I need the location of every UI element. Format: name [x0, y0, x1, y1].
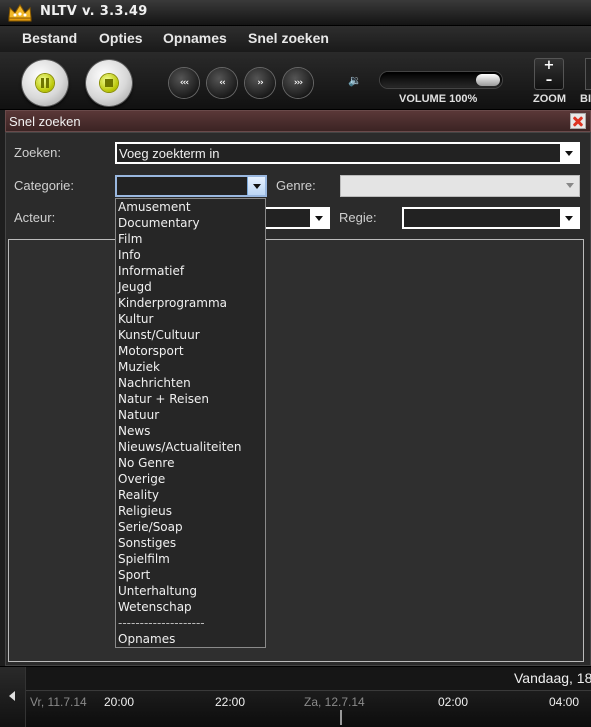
- panel-title: Snel zoeken: [9, 114, 81, 129]
- timeline-time-label: 02:00: [438, 695, 469, 709]
- volume-label: VOLUME 100%: [399, 93, 478, 105]
- menu-opties[interactable]: Opties: [99, 30, 143, 46]
- category-option[interactable]: News: [118, 424, 150, 438]
- chevron-down-icon: [561, 176, 579, 194]
- genre-label: Genre:: [276, 178, 316, 193]
- timeline-time-label: 04:00: [549, 695, 580, 709]
- category-option[interactable]: Nachrichten: [118, 376, 191, 390]
- category-option[interactable]: Overige: [118, 472, 165, 486]
- zoom-in-button[interactable]: +: [535, 58, 563, 73]
- chevron-down-icon[interactable]: [247, 177, 265, 195]
- chevron-down-icon[interactable]: [310, 209, 328, 227]
- category-option[interactable]: Muziek: [118, 360, 160, 374]
- search-input[interactable]: Voeg zoekterm in: [115, 142, 580, 164]
- app-title: NLTV v. 3.3.49: [40, 4, 148, 19]
- timeline-back-arrow-icon[interactable]: [0, 667, 26, 727]
- search-results-area[interactable]: [8, 239, 584, 662]
- timeline-day-label: Za, 12.7.14: [304, 695, 365, 709]
- timeline-scale[interactable]: Vr, 11.7.14 20:00 22:00 Za, 12.7.14 02:0…: [26, 690, 591, 727]
- category-option[interactable]: Documentary: [118, 216, 200, 230]
- overflow-toolbar-label: BI: [580, 93, 591, 105]
- category-option[interactable]: Jeugd: [118, 280, 152, 294]
- category-option[interactable]: Motorsport: [118, 344, 184, 358]
- category-option[interactable]: Kultur: [118, 312, 153, 326]
- category-label: Categorie:: [14, 178, 74, 193]
- category-option[interactable]: Natur + Reisen: [118, 392, 209, 406]
- menu-bar: Bestand Opties Opnames Snel zoeken: [0, 26, 591, 52]
- skip-back-button[interactable]: ‹‹: [207, 68, 237, 98]
- category-option-opnames[interactable]: Opnames: [118, 632, 175, 646]
- category-option[interactable]: Wetenschap: [118, 600, 192, 614]
- director-select[interactable]: [402, 207, 580, 229]
- category-option[interactable]: Kinderprogramma: [118, 296, 227, 310]
- timeline-now-marker: [340, 710, 342, 725]
- category-option[interactable]: Reality: [118, 488, 159, 502]
- chevron-down-icon[interactable]: [560, 144, 578, 162]
- search-input-value: Voeg zoekterm in: [119, 146, 220, 161]
- stop-icon: [100, 74, 118, 92]
- zoom-out-button[interactable]: –: [535, 73, 563, 88]
- genre-select[interactable]: [340, 175, 580, 197]
- category-option[interactable]: Serie/Soap: [118, 520, 183, 534]
- stop-button[interactable]: [86, 60, 132, 106]
- pause-button[interactable]: [22, 60, 68, 106]
- category-option[interactable]: Info: [118, 248, 141, 262]
- chevron-down-icon[interactable]: [560, 209, 578, 227]
- title-bar: NLTV v. 3.3.49: [0, 0, 591, 26]
- skip-back-far-button[interactable]: ‹‹‹: [169, 68, 199, 98]
- timeline-time-label: 20:00: [104, 695, 135, 709]
- category-dropdown-list[interactable]: Amusement Documentary Film Info Informatief J…: [115, 198, 266, 648]
- category-option[interactable]: Spielfilm: [118, 552, 170, 566]
- crown-logo-icon: [8, 4, 32, 22]
- category-option[interactable]: Informatief: [118, 264, 184, 278]
- epg-timeline: Vandaag, 18 Vr, 11.7.14 20:00 22:00 Za, …: [0, 666, 591, 727]
- menu-bestand[interactable]: Bestand: [22, 30, 77, 46]
- category-option[interactable]: Kunst/Cultuur: [118, 328, 200, 342]
- search-label: Zoeken:: [14, 145, 61, 160]
- category-select[interactable]: [115, 175, 267, 197]
- zoom-label: ZOOM: [533, 93, 566, 105]
- skip-forward-far-button[interactable]: ›››: [283, 68, 313, 98]
- menu-opnames[interactable]: Opnames: [163, 30, 227, 46]
- volume-slider[interactable]: [380, 72, 502, 88]
- category-option[interactable]: Amusement: [118, 200, 191, 214]
- volume-slider-knob[interactable]: [476, 74, 500, 86]
- quick-search-panel-header: Snel zoeken: [5, 110, 591, 132]
- overflow-toolbar-button[interactable]: [585, 58, 591, 90]
- category-option[interactable]: Religieus: [118, 504, 172, 518]
- player-toolbar: ‹‹‹ ‹‹ ›› ››› 🔉 VOLUME 100% + – ZOOM BI: [0, 52, 591, 110]
- menu-snel-zoeken[interactable]: Snel zoeken: [248, 30, 329, 46]
- timeline-today-label: Vandaag, 18: [514, 670, 591, 686]
- actor-label: Acteur:: [14, 210, 56, 225]
- category-option[interactable]: Natuur: [118, 408, 159, 422]
- category-option[interactable]: Sport: [118, 568, 150, 582]
- timeline-day-label: Vr, 11.7.14: [30, 695, 87, 709]
- skip-forward-button[interactable]: ››: [245, 68, 275, 98]
- category-option[interactable]: No Genre: [118, 456, 174, 470]
- timeline-time-label: 22:00: [215, 695, 246, 709]
- zoom-control: + –: [534, 58, 564, 90]
- category-option[interactable]: Nieuws/Actualiteiten: [118, 440, 241, 454]
- director-label: Regie:: [339, 210, 377, 225]
- category-option[interactable]: Sonstiges: [118, 536, 176, 550]
- category-option[interactable]: Unterhaltung: [118, 584, 197, 598]
- volume-icon[interactable]: 🔉: [348, 74, 362, 87]
- pause-icon: [36, 74, 54, 92]
- category-separator: --------------------: [118, 616, 205, 630]
- close-icon[interactable]: [570, 113, 586, 129]
- category-option[interactable]: Film: [118, 232, 142, 246]
